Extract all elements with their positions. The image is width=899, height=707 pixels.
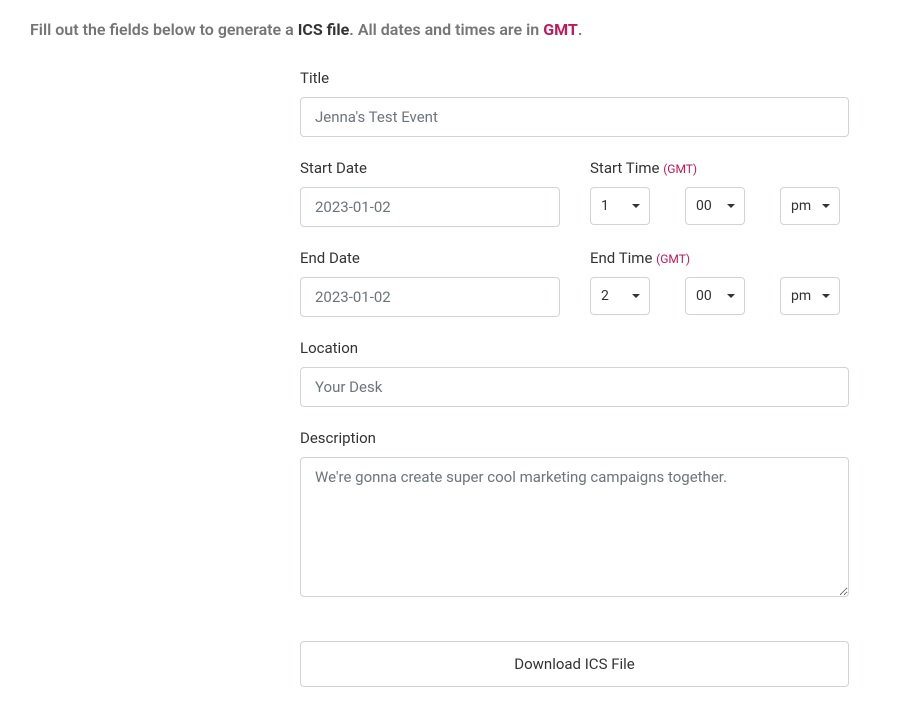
start-ampm-select[interactable]: pm [780, 187, 840, 225]
start-minute-wrapper: 00 [685, 187, 745, 225]
start-minute-select[interactable]: 00 [685, 187, 745, 225]
end-minute-select[interactable]: 00 [685, 277, 745, 315]
intro-gmt: GMT [543, 20, 578, 39]
intro-ics: ICS file [298, 20, 350, 39]
start-time-gmt: (GMT) [663, 162, 697, 176]
location-label: Location [300, 339, 849, 357]
end-hour-select[interactable]: 2 [590, 277, 650, 315]
location-row: Location [300, 339, 849, 407]
start-datetime-row: Start Date Start Time (GMT) 1 00 [300, 159, 849, 227]
end-date-label: End Date [300, 249, 560, 267]
start-time-col: Start Time (GMT) 1 00 pm [590, 159, 849, 227]
end-time-gmt: (GMT) [656, 252, 690, 266]
start-hour-wrapper: 1 [590, 187, 650, 225]
title-input[interactable] [300, 97, 849, 137]
form-container: Title Start Date Start Time (GMT) 1 00 [30, 69, 869, 687]
location-input[interactable] [300, 367, 849, 407]
start-time-label: Start Time (GMT) [590, 159, 849, 177]
start-hour-select[interactable]: 1 [590, 187, 650, 225]
intro-text: Fill out the fields below to generate a … [30, 20, 869, 39]
description-label: Description [300, 429, 849, 447]
end-minute-wrapper: 00 [685, 277, 745, 315]
end-date-input[interactable] [300, 277, 560, 317]
end-time-label: End Time (GMT) [590, 249, 849, 267]
end-time-label-text: End Time [590, 249, 656, 267]
description-row: Description [300, 429, 849, 601]
end-hour-wrapper: 2 [590, 277, 650, 315]
start-time-label-text: Start Time [590, 159, 663, 177]
title-label: Title [300, 69, 849, 87]
intro-middle: . All dates and times are in [349, 20, 543, 39]
start-date-label: Start Date [300, 159, 560, 177]
end-datetime-row: End Date End Time (GMT) 2 00 [300, 249, 849, 317]
download-button[interactable]: Download ICS File [300, 641, 849, 687]
start-time-selects: 1 00 pm [590, 187, 849, 225]
end-time-col: End Time (GMT) 2 00 pm [590, 249, 849, 317]
end-time-selects: 2 00 pm [590, 277, 849, 315]
intro-prefix: Fill out the fields below to generate a [30, 20, 298, 39]
start-date-input[interactable] [300, 187, 560, 227]
end-ampm-select[interactable]: pm [780, 277, 840, 315]
end-ampm-wrapper: pm [780, 277, 840, 315]
description-textarea[interactable] [300, 457, 849, 597]
start-ampm-wrapper: pm [780, 187, 840, 225]
end-date-col: End Date [300, 249, 560, 317]
title-row: Title [300, 69, 849, 137]
intro-suffix: . [578, 20, 583, 39]
start-date-col: Start Date [300, 159, 560, 227]
